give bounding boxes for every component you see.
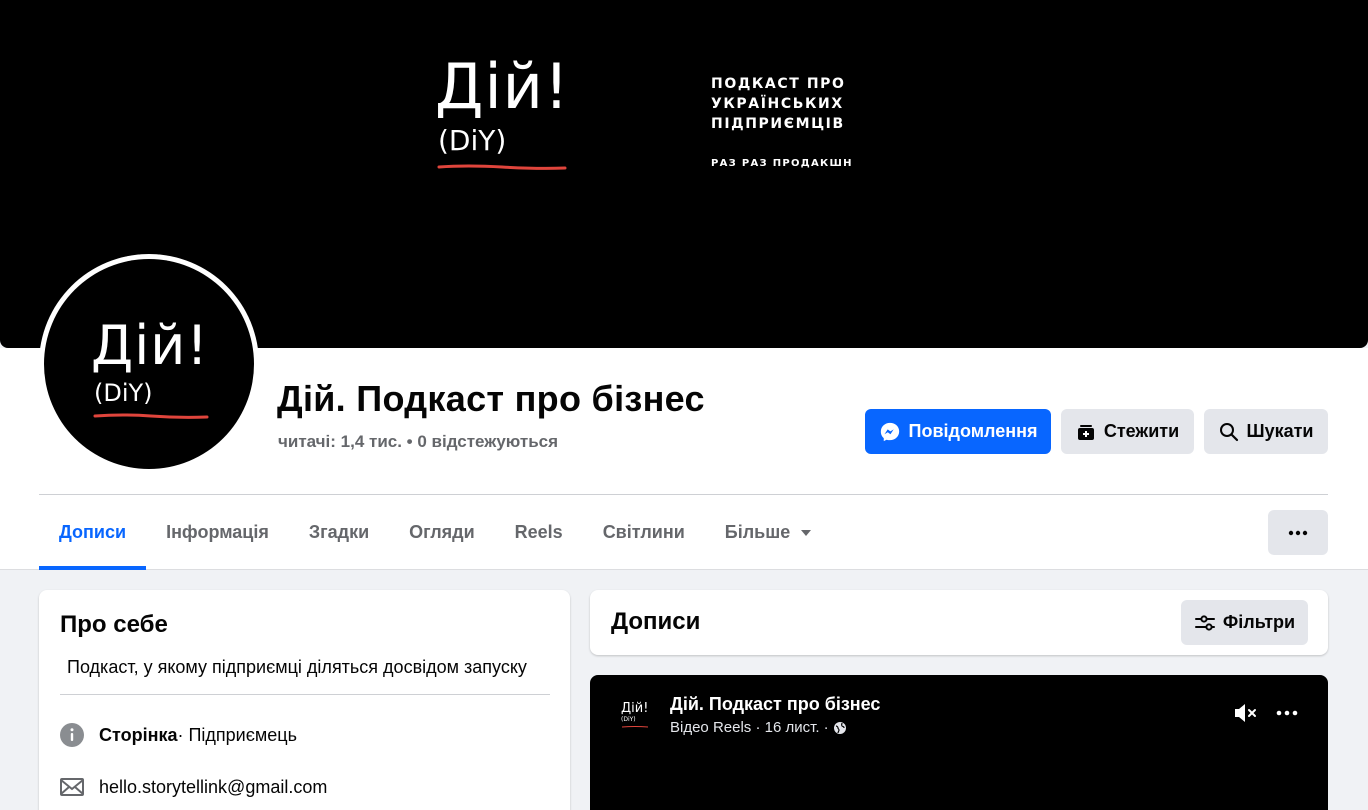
cover-tagline-line: ПОДКАСТ ПРО [711, 76, 846, 92]
reel-author-avatar[interactable]: Дій! (DiY) [610, 697, 654, 741]
follow-icon [1077, 424, 1094, 440]
about-divider [60, 694, 550, 695]
cover-tagline-line: УКРАЇНСЬКИХ [711, 96, 844, 112]
reel-avatar-sub: (DiY) [621, 716, 636, 723]
email-icon [60, 775, 84, 799]
logo-underline-icon [621, 726, 649, 728]
tab-mentions[interactable]: Згадки [289, 495, 389, 570]
message-button-label: Повідомлення [908, 421, 1038, 441]
about-title: Про себе [60, 611, 168, 638]
cover-producer: РАЗ РАЗ ПРОДАКШН [711, 158, 853, 169]
more-options-button[interactable] [1268, 510, 1328, 555]
reel-meta: Відео Reels · 16 лист. · [670, 719, 847, 736]
more-dots-icon [1276, 710, 1298, 716]
reel-author-name[interactable]: Дій. Подкаст про бізнес [670, 694, 880, 715]
tab-label: Огляди [409, 522, 475, 542]
avatar-logo: Дій! (DiY) [91, 315, 209, 425]
profile-tabs: Дописи Інформація Згадки Огляди Reels Св… [39, 495, 832, 570]
page-stats[interactable]: читачі: 1,4 тис. • 0 відстежуються [278, 432, 558, 452]
globe-icon [833, 721, 846, 734]
about-email[interactable]: hello.storytellink@gmail.com [60, 775, 327, 799]
avatar-logo-main: Дій! [91, 314, 209, 377]
speaker-muted-icon [1235, 704, 1256, 722]
tab-label: Більше [724, 522, 791, 542]
reel-meta-text: Відео Reels · 16 лист. · [670, 719, 829, 736]
cover-logo: Дій! (DiY) [435, 52, 570, 176]
filters-button[interactable]: Фільтри [1181, 600, 1308, 645]
page-title: Дій. Подкаст про бізнес [277, 378, 705, 419]
about-card: Про себе Подкаст, у якому підприємці діл… [39, 590, 570, 810]
tab-label: Інформація [166, 522, 269, 542]
tab-label: Reels [514, 522, 563, 542]
follow-button[interactable]: Стежити [1061, 409, 1194, 454]
posts-card: Дописи Фільтри [590, 590, 1328, 655]
message-button[interactable]: Повідомлення [865, 409, 1051, 454]
search-button[interactable]: Шукати [1204, 409, 1328, 454]
search-button-label: Шукати [1246, 421, 1314, 441]
messenger-icon [880, 422, 899, 441]
tab-more[interactable]: Більше [705, 495, 832, 570]
caret-down-icon [801, 529, 812, 536]
filters-button-label: Фільтри [1222, 612, 1296, 632]
logo-underline-icon [437, 164, 567, 170]
search-icon [1219, 422, 1238, 441]
page-category: · Підприємець [177, 724, 297, 745]
follow-button-label: Стежити [1103, 421, 1180, 441]
page-label: Сторінка [99, 724, 178, 745]
avatar-logo-sub: (DiY) [94, 379, 153, 407]
cover-tagline: ПОДКАСТ ПРО УКРАЇНСЬКИХ ПІДПРИЄМЦІВ РАЗ … [711, 74, 853, 174]
reel-avatar-main: Дій! [621, 701, 649, 716]
filter-sliders-icon [1194, 614, 1215, 631]
more-dots-icon [1288, 530, 1308, 535]
cover-logo-sub: (DiY) [438, 124, 507, 157]
posts-title: Дописи [611, 608, 701, 635]
reel-more-button[interactable] [1276, 701, 1298, 730]
cover-tagline-line: ПІДПРИЄМЦІВ [711, 116, 845, 132]
tab-label: Згадки [308, 522, 370, 542]
about-page-category: Сторінка · Підприємець [60, 723, 297, 747]
reel-post[interactable]: Дій! (DiY) Дій. Подкаст про бізнес Відео… [590, 675, 1328, 810]
info-icon [60, 723, 84, 747]
cover-logo-main: Дій! [435, 50, 570, 123]
tab-about[interactable]: Інформація [146, 495, 289, 570]
logo-underline-icon [93, 413, 209, 419]
profile-avatar[interactable]: Дій! (DiY) [39, 254, 259, 474]
about-description: Подкаст, у якому підприємці діляться дос… [67, 657, 527, 677]
tab-reels[interactable]: Reels [495, 495, 583, 570]
tab-reviews[interactable]: Огляди [389, 495, 494, 570]
tab-posts[interactable]: Дописи [39, 495, 147, 570]
avatar-image: Дій! (DiY) [44, 259, 254, 469]
email-link[interactable]: hello.storytellink@gmail.com [99, 777, 327, 798]
mute-button[interactable] [1233, 701, 1259, 730]
tab-label: Дописи [59, 522, 127, 542]
tab-label: Світлини [602, 522, 685, 542]
tab-photos[interactable]: Світлини [583, 495, 705, 570]
